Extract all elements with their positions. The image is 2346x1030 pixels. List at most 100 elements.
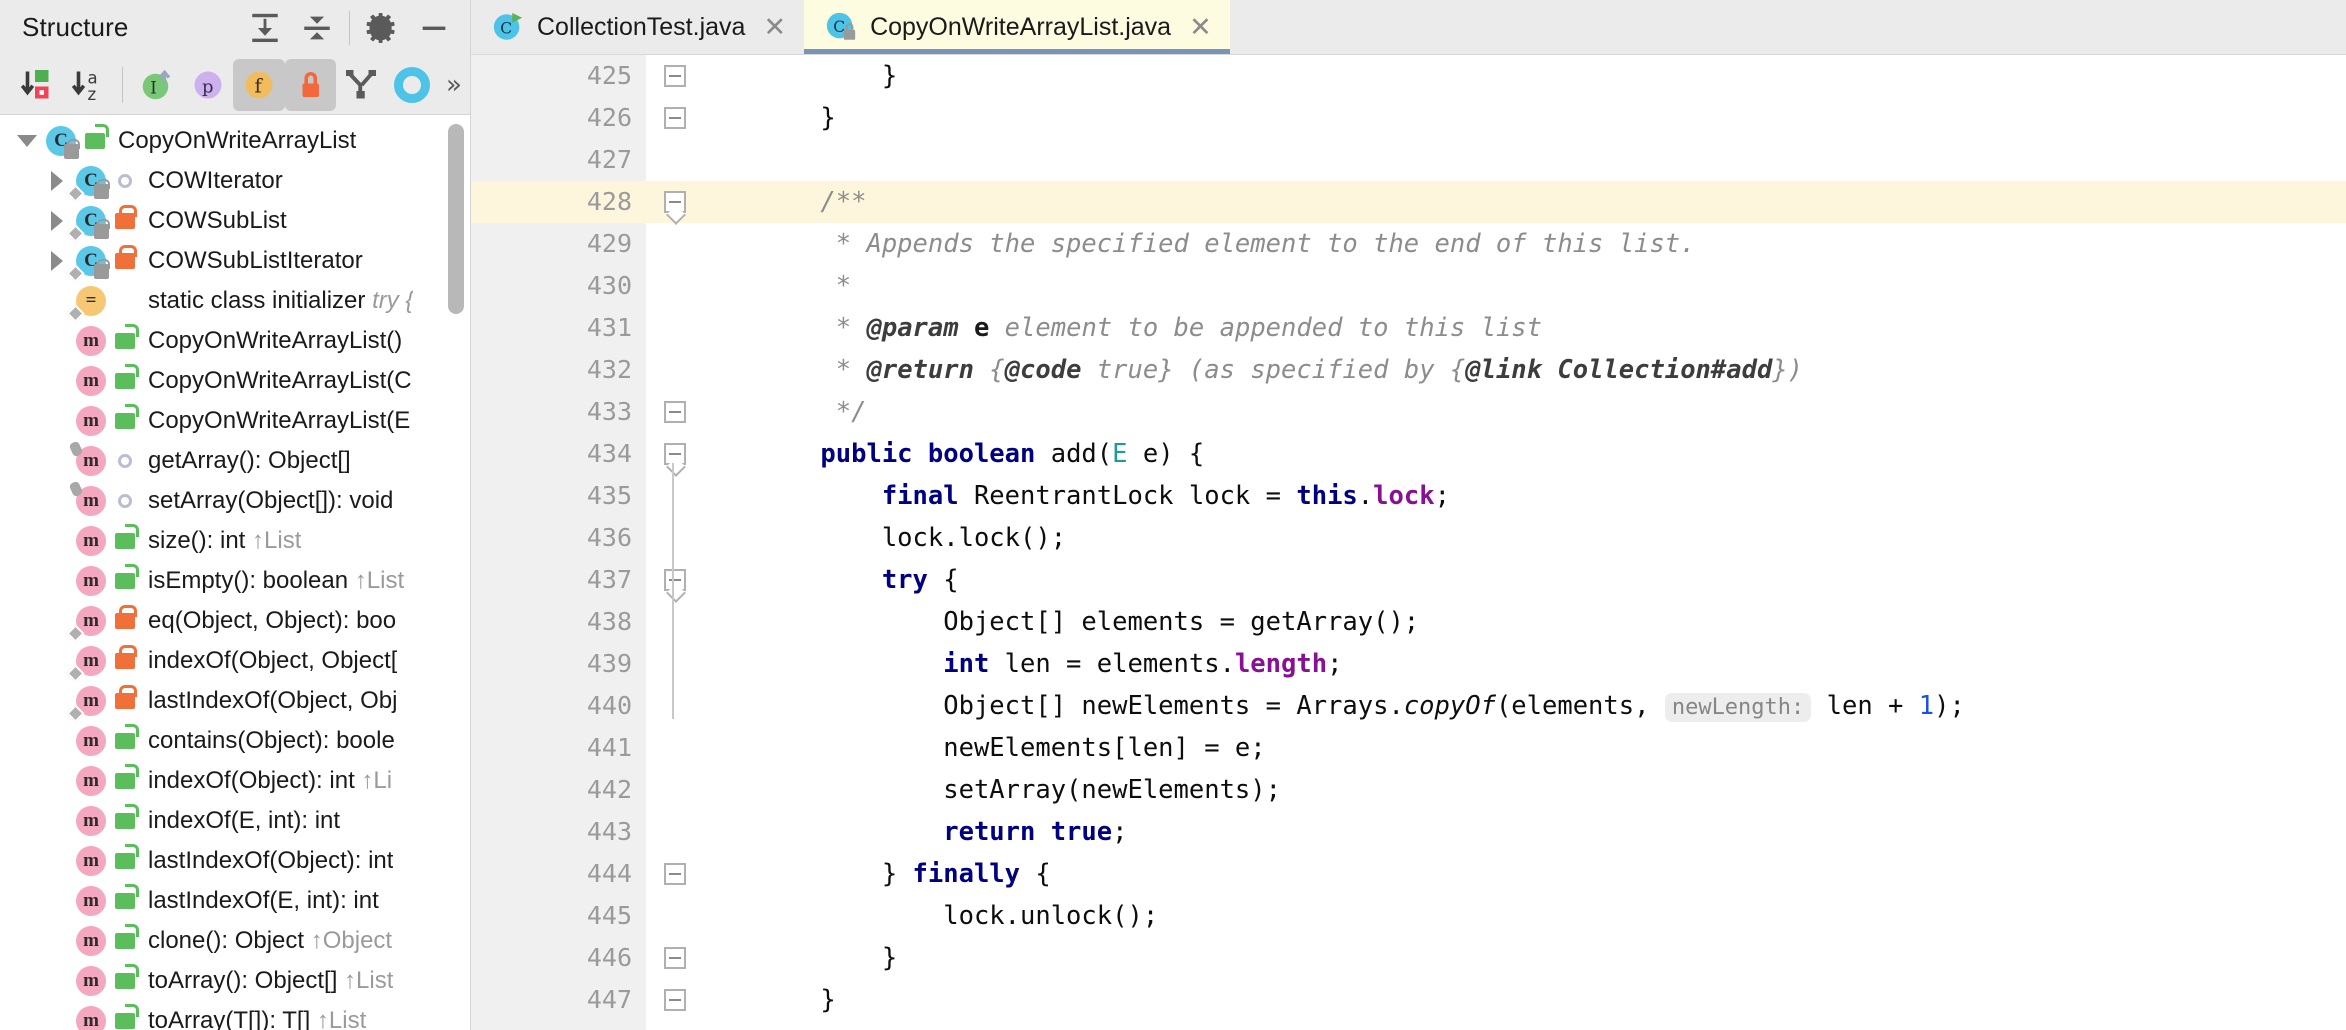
tree-twisty[interactable]: [44, 768, 70, 794]
structure-tree-item[interactable]: C COWIterator: [0, 161, 470, 203]
editor-code-area[interactable]: } } /** * Appends the specified element …: [711, 55, 2346, 1030]
tree-twisty[interactable]: [44, 848, 70, 874]
structure-tree-item[interactable]: m isEmpty(): boolean ↑List: [0, 561, 470, 601]
structure-tree-item[interactable]: m indexOf(Object, Object[: [0, 641, 470, 683]
structure-tree-item[interactable]: C COWSubListIterator: [0, 241, 470, 283]
tree-twisty[interactable]: [44, 1008, 70, 1030]
tree-twisty[interactable]: [44, 888, 70, 914]
show-fields-icon[interactable]: f: [233, 58, 285, 111]
sort-alphabetically-icon[interactable]: a z: [63, 59, 114, 111]
code-line[interactable]: [711, 1021, 2346, 1030]
more-actions-icon[interactable]: »: [438, 70, 470, 100]
code-line[interactable]: }: [711, 937, 2346, 979]
tree-twisty[interactable]: [44, 688, 70, 714]
gear-icon[interactable]: [356, 2, 408, 54]
tree-twisty[interactable]: [44, 968, 70, 994]
tree-twisty[interactable]: [44, 368, 70, 394]
structure-tree-item[interactable]: m lastIndexOf(Object): int: [0, 841, 470, 881]
structure-tree-item[interactable]: m lastIndexOf(E, int): int: [0, 881, 470, 921]
code-line[interactable]: /**: [711, 181, 2346, 223]
structure-tree-item[interactable]: m eq(Object, Object): boo: [0, 601, 470, 643]
code-line[interactable]: * Appends the specified element to the e…: [711, 223, 2346, 265]
editor-fold-column[interactable]: [646, 55, 711, 1030]
tree-twisty-collapsed[interactable]: [44, 248, 70, 274]
structure-scrollbar[interactable]: [448, 124, 464, 314]
tree-twisty[interactable]: [44, 728, 70, 754]
structure-tree-item[interactable]: C COWSubList: [0, 201, 470, 243]
code-line[interactable]: *: [711, 265, 2346, 307]
show-anonymous-icon[interactable]: [387, 59, 438, 111]
code-line[interactable]: }: [711, 979, 2346, 1021]
structure-tree-item[interactable]: m toArray(T[]): T[] ↑List: [0, 1001, 470, 1030]
code-line[interactable]: newElements[len] = e;: [711, 727, 2346, 769]
code-line[interactable]: public boolean add(E e) {: [711, 433, 2346, 475]
tree-twisty[interactable]: [44, 648, 70, 674]
code-line[interactable]: }: [711, 97, 2346, 139]
tree-twisty-collapsed[interactable]: [44, 168, 70, 194]
tree-twisty[interactable]: [44, 488, 70, 514]
structure-tree[interactable]: C CopyOnWriteArrayList C COWIterator C COWSub…: [0, 115, 470, 1030]
code-line[interactable]: Object[] elements = getArray();: [711, 601, 2346, 643]
structure-tree-item[interactable]: m getArray(): Object[]: [0, 440, 470, 481]
show-non-public-icon[interactable]: [284, 58, 336, 111]
show-properties-icon[interactable]: p: [182, 59, 233, 111]
structure-tree-item[interactable]: m toArray(): Object[] ↑List: [0, 961, 470, 1001]
tree-twisty[interactable]: [44, 608, 70, 634]
structure-tree-item[interactable]: m setArray(Object[]): void: [0, 480, 470, 521]
close-icon[interactable]: ✕: [1189, 14, 1212, 41]
fold-collapse-icon[interactable]: [662, 433, 688, 475]
tree-twisty[interactable]: [44, 448, 70, 474]
structure-tree-item[interactable]: m lastIndexOf(Object, Obj: [0, 681, 470, 723]
tree-twisty[interactable]: [44, 808, 70, 834]
collapse-all-icon[interactable]: [291, 2, 343, 54]
structure-tree-item[interactable]: m indexOf(E, int): int: [0, 801, 470, 841]
structure-tree-item[interactable]: = static class initializer try {: [0, 281, 470, 323]
fold-end-icon[interactable]: [662, 937, 688, 979]
editor-tab[interactable]: C CollectionTest.java ✕: [471, 0, 804, 54]
tree-twisty[interactable]: [44, 408, 70, 434]
tree-twisty-collapsed[interactable]: [44, 208, 70, 234]
structure-tree-item[interactable]: m CopyOnWriteArrayList(C: [0, 361, 470, 401]
code-line[interactable]: final ReentrantLock lock = this.lock;: [711, 475, 2346, 517]
fold-collapse-icon[interactable]: [662, 559, 688, 601]
editor-gutter[interactable]: 425 426 427 428 429 430 431 432 433 434I 435 436 437…: [471, 55, 684, 1030]
code-line[interactable]: Object[] newElements = Arrays.copyOf(ele…: [711, 685, 2346, 727]
tree-twisty[interactable]: [44, 928, 70, 954]
code-line[interactable]: * @param e element to be appended to thi…: [711, 307, 2346, 349]
code-line[interactable]: try {: [711, 559, 2346, 601]
tree-twisty-expanded[interactable]: [14, 128, 40, 154]
code-line[interactable]: * @return {@code true} (as specified by …: [711, 349, 2346, 391]
sort-by-visibility-icon[interactable]: [12, 59, 63, 111]
code-line[interactable]: }: [711, 55, 2346, 97]
code-line[interactable]: setArray(newElements);: [711, 769, 2346, 811]
show-inherited-icon[interactable]: I: [131, 59, 182, 111]
fold-end-icon[interactable]: [662, 391, 688, 433]
group-by-icon[interactable]: [336, 59, 387, 111]
tree-twisty[interactable]: [44, 568, 70, 594]
expand-all-icon[interactable]: [239, 2, 291, 54]
code-line[interactable]: lock.lock();: [711, 517, 2346, 559]
code-line[interactable]: int len = elements.length;: [711, 643, 2346, 685]
code-line[interactable]: [711, 139, 2346, 181]
structure-tree-item[interactable]: m contains(Object): boole: [0, 721, 470, 761]
fold-end-icon[interactable]: [662, 97, 688, 139]
fold-end-icon[interactable]: [662, 979, 688, 1021]
code-line[interactable]: lock.unlock();: [711, 895, 2346, 937]
minimize-icon[interactable]: [408, 2, 460, 54]
code-line[interactable]: return true;: [711, 811, 2346, 853]
tree-twisty[interactable]: [44, 328, 70, 354]
fold-collapse-icon[interactable]: [662, 181, 688, 223]
fold-end-icon[interactable]: [662, 55, 688, 97]
structure-tree-item[interactable]: m size(): int ↑List: [0, 521, 470, 561]
structure-tree-item[interactable]: m indexOf(Object): int ↑Li: [0, 761, 470, 801]
editor-tab[interactable]: C CopyOnWriteArrayList.java ✕: [804, 0, 1230, 54]
close-icon[interactable]: ✕: [763, 14, 786, 41]
tree-twisty[interactable]: [44, 528, 70, 554]
structure-tree-item[interactable]: m CopyOnWriteArrayList(): [0, 321, 470, 361]
tree-twisty[interactable]: [44, 288, 70, 314]
code-line[interactable]: */: [711, 391, 2346, 433]
fold-end-icon[interactable]: [662, 853, 688, 895]
structure-tree-item[interactable]: m CopyOnWriteArrayList(E: [0, 401, 470, 441]
code-line[interactable]: } finally {: [711, 853, 2346, 895]
structure-tree-item[interactable]: m clone(): Object ↑Object: [0, 921, 470, 961]
